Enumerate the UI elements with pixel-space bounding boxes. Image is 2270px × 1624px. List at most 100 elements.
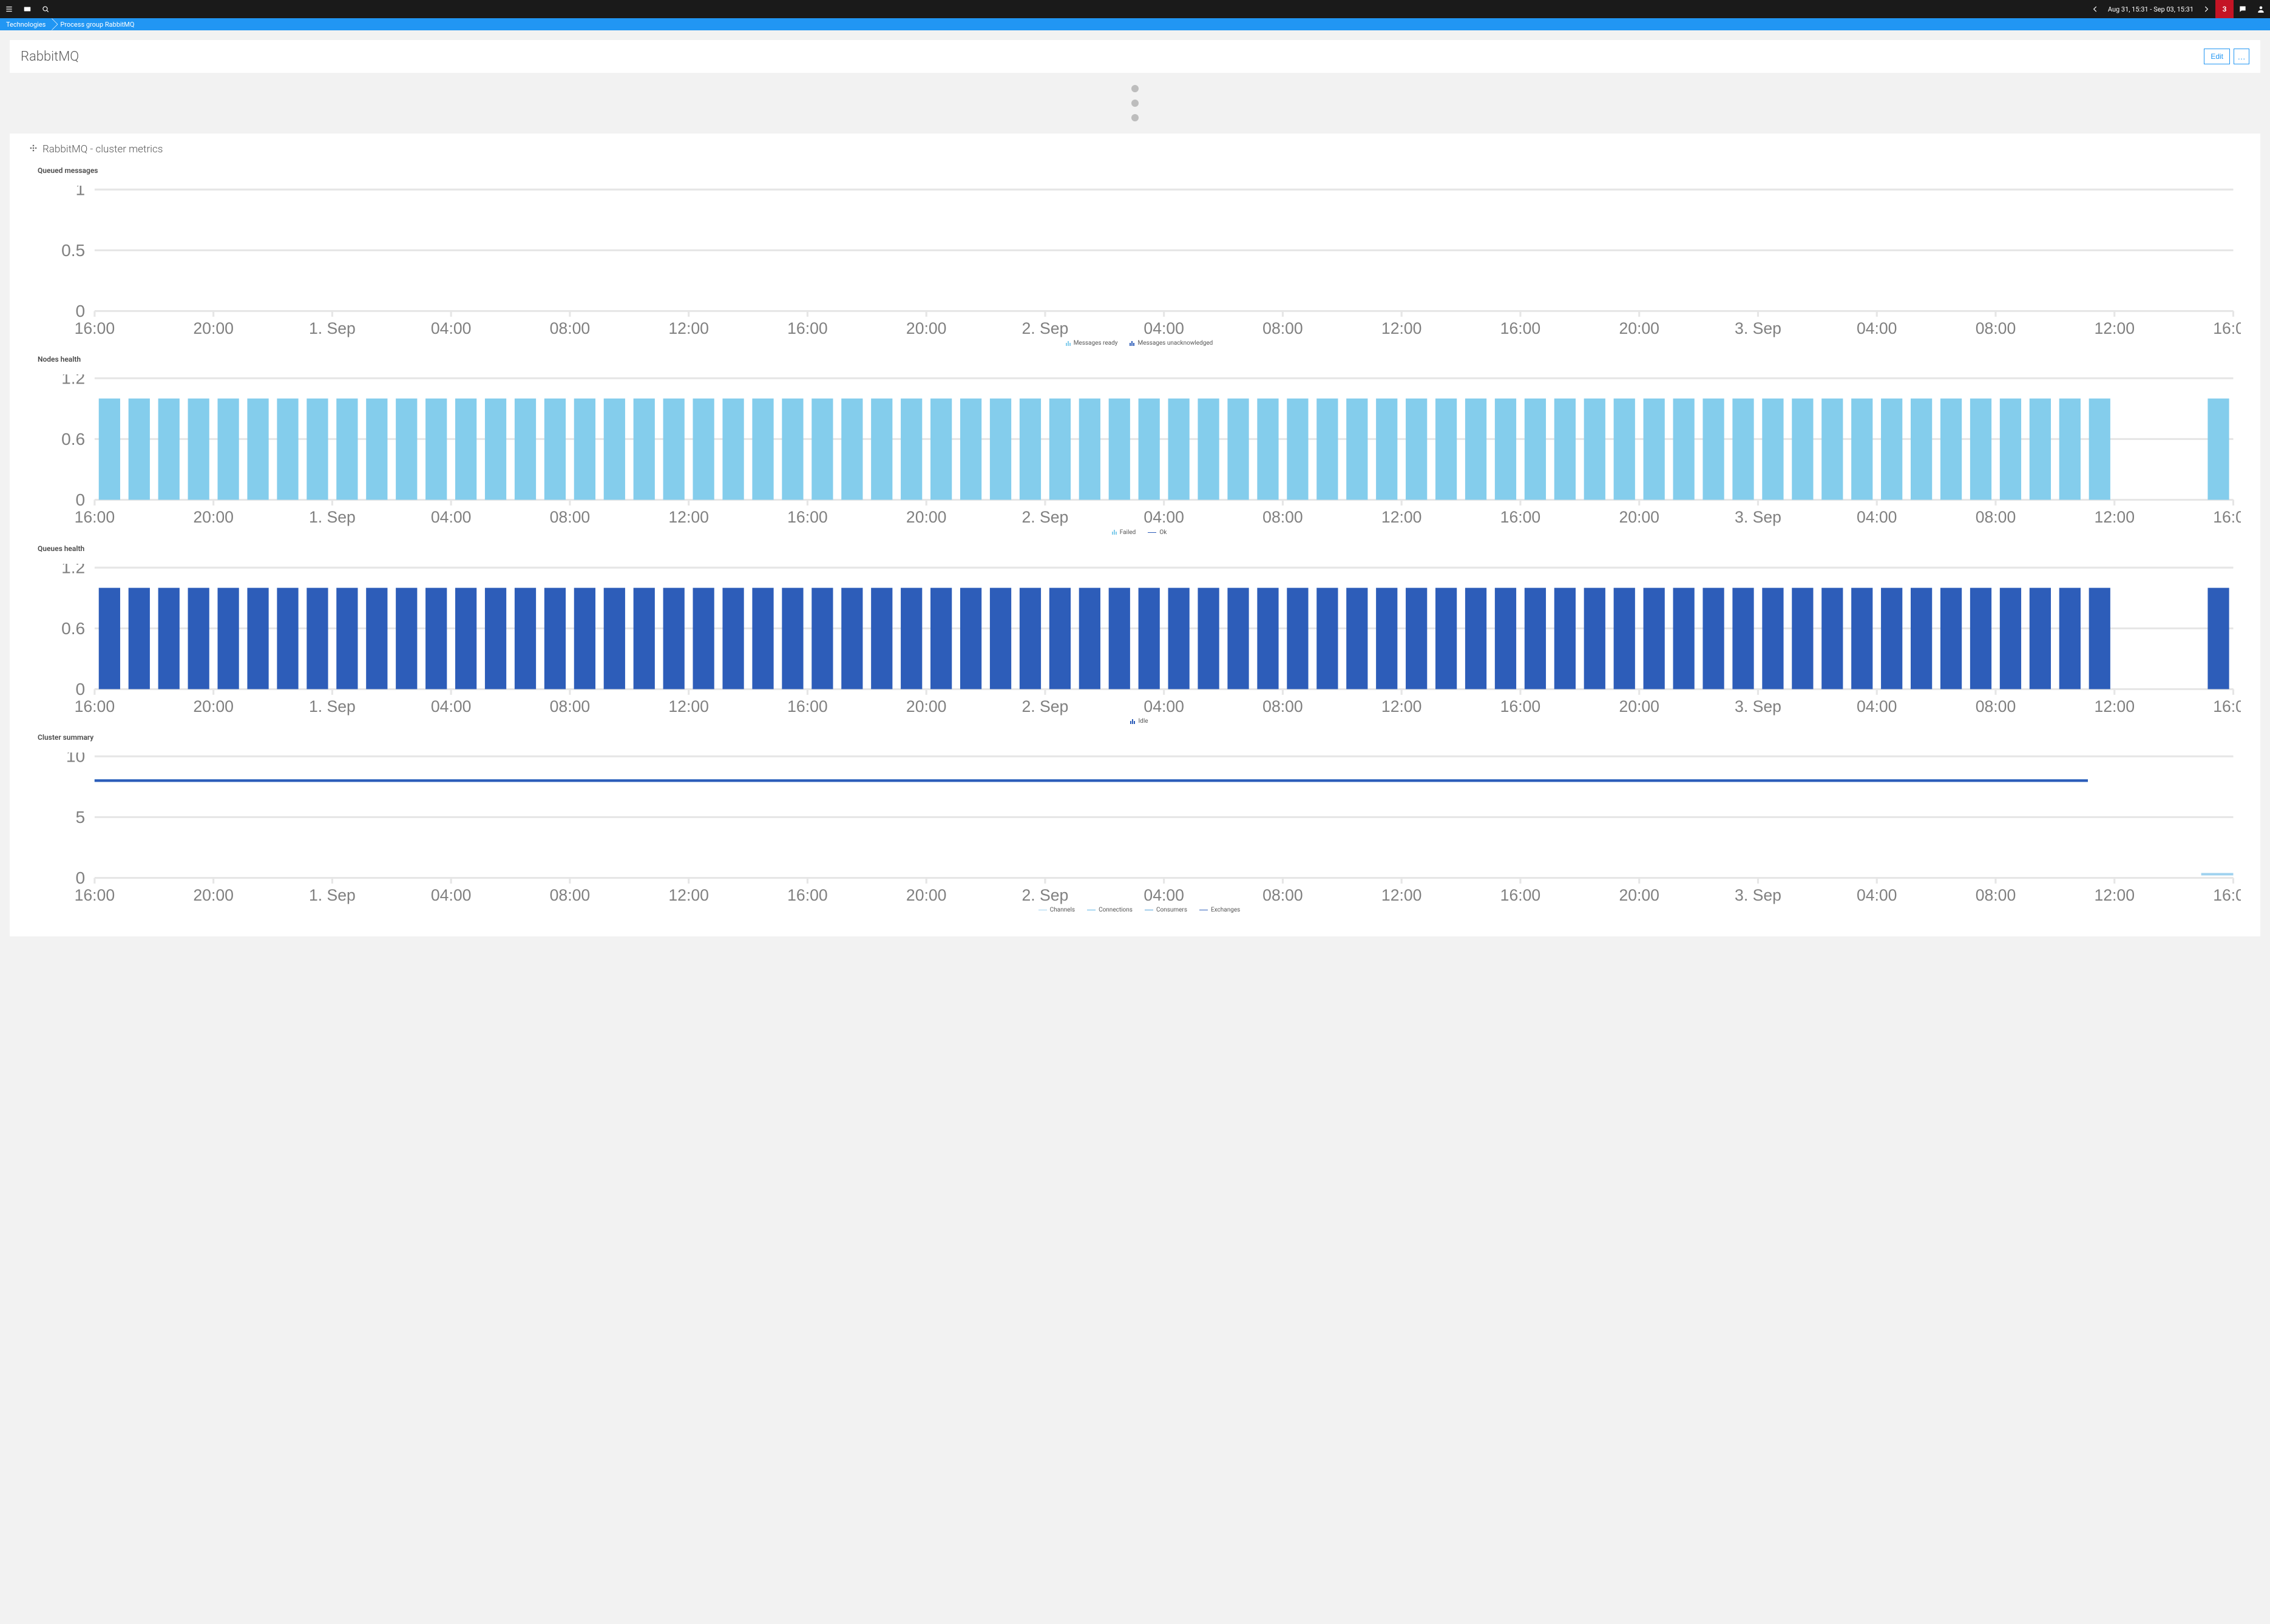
legend-item[interactable]: Messages ready <box>1066 340 1118 347</box>
svg-text:12:00: 12:00 <box>668 886 709 904</box>
legend-item[interactable]: Consumers <box>1145 907 1187 913</box>
dashboard-icon[interactable] <box>18 0 36 18</box>
chart-legend: Messages ready Messages unacknowledged <box>38 340 2241 347</box>
svg-text:10: 10 <box>66 753 85 766</box>
svg-text:04:00: 04:00 <box>1143 886 1184 904</box>
svg-text:08:00: 08:00 <box>1262 886 1303 904</box>
svg-text:3. Sep: 3. Sep <box>1735 697 1781 716</box>
chart-title: Cluster summary <box>38 733 2241 742</box>
svg-text:12:00: 12:00 <box>2094 508 2135 526</box>
chart-title: Nodes health <box>38 355 2241 364</box>
svg-text:12:00: 12:00 <box>668 319 709 337</box>
svg-text:20:00: 20:00 <box>906 508 947 526</box>
svg-text:12:00: 12:00 <box>2094 886 2135 904</box>
svg-text:2. Sep: 2. Sep <box>1022 319 1069 337</box>
chart-legend: Failed Ok <box>38 529 2241 536</box>
legend-item[interactable]: Ok <box>1148 529 1167 536</box>
svg-text:20:00: 20:00 <box>906 697 947 716</box>
alert-count-badge[interactable]: 3 <box>2215 0 2234 18</box>
svg-text:20:00: 20:00 <box>906 886 947 904</box>
svg-text:04:00: 04:00 <box>431 697 472 716</box>
title-card: RabbitMQ Edit … <box>10 40 2260 73</box>
section-title: RabbitMQ - cluster metrics <box>42 143 163 155</box>
svg-text:20:00: 20:00 <box>1619 508 1659 526</box>
svg-text:12:00: 12:00 <box>2094 697 2135 716</box>
svg-text:0.5: 0.5 <box>61 241 85 260</box>
time-prev-icon[interactable] <box>2086 0 2104 18</box>
chart-title: Queued messages <box>38 166 2241 175</box>
svg-text:5: 5 <box>76 808 86 827</box>
svg-text:08:00: 08:00 <box>550 319 591 337</box>
svg-text:3. Sep: 3. Sep <box>1735 508 1781 526</box>
svg-text:16:00: 16:00 <box>1500 697 1541 716</box>
svg-text:20:00: 20:00 <box>906 319 947 337</box>
svg-text:16:00: 16:00 <box>2213 886 2241 904</box>
svg-text:20:00: 20:00 <box>1619 697 1659 716</box>
legend-item[interactable]: Connections <box>1087 907 1133 913</box>
svg-text:16:00: 16:00 <box>75 886 115 904</box>
time-range[interactable]: Aug 31, 15:31 - Sep 03, 15:31 <box>2104 0 2197 18</box>
chart-title: Queues health <box>38 544 2241 553</box>
breadcrumb-technologies[interactable]: Technologies <box>0 18 54 30</box>
svg-text:3. Sep: 3. Sep <box>1735 319 1781 337</box>
svg-text:2. Sep: 2. Sep <box>1022 508 1069 526</box>
svg-text:1. Sep: 1. Sep <box>309 697 356 716</box>
chart-queues_health: Queues health00.61.216:0020:001. Sep04:0… <box>38 544 2241 725</box>
legend-item[interactable]: Exchanges <box>1199 907 1240 913</box>
svg-text:16:00: 16:00 <box>787 319 828 337</box>
cluster-icon <box>29 143 38 155</box>
svg-text:04:00: 04:00 <box>1857 886 1897 904</box>
svg-text:08:00: 08:00 <box>1262 508 1303 526</box>
legend-item[interactable]: Idle <box>1130 718 1148 725</box>
page-title: RabbitMQ <box>21 49 79 64</box>
svg-text:16:00: 16:00 <box>1500 508 1541 526</box>
svg-text:1. Sep: 1. Sep <box>309 508 356 526</box>
svg-text:0.6: 0.6 <box>61 618 85 637</box>
svg-text:0: 0 <box>76 490 86 509</box>
svg-text:16:00: 16:00 <box>1500 886 1541 904</box>
svg-text:04:00: 04:00 <box>1143 319 1184 337</box>
svg-text:1. Sep: 1. Sep <box>309 319 356 337</box>
svg-text:16:00: 16:00 <box>75 697 115 716</box>
svg-text:12:00: 12:00 <box>1381 697 1422 716</box>
svg-text:0: 0 <box>76 868 86 887</box>
legend-item[interactable]: Channels <box>1038 907 1075 913</box>
svg-text:0.6: 0.6 <box>61 430 85 448</box>
legend-item[interactable]: Failed <box>1112 529 1136 536</box>
chart-nodes_health: Nodes health 0 0.6 1.2 16:00 20:00 1. Sep 04:00… <box>38 355 2241 535</box>
search-icon[interactable] <box>36 0 55 18</box>
chart-cluster_summary: Cluster summary051016:0020:001. Sep04:00… <box>38 733 2241 913</box>
svg-text:1: 1 <box>76 186 86 199</box>
svg-text:3. Sep: 3. Sep <box>1735 886 1781 904</box>
edit-button[interactable]: Edit <box>2204 49 2230 64</box>
svg-text:20:00: 20:00 <box>193 508 234 526</box>
svg-text:04:00: 04:00 <box>431 886 472 904</box>
svg-text:1.2: 1.2 <box>61 374 85 388</box>
svg-text:12:00: 12:00 <box>2094 319 2135 337</box>
svg-text:08:00: 08:00 <box>550 508 591 526</box>
breadcrumb-process-group[interactable]: Process group RabbitMQ <box>54 18 143 30</box>
svg-text:08:00: 08:00 <box>1976 508 2016 526</box>
breadcrumb: Technologies Process group RabbitMQ <box>0 18 2270 30</box>
svg-text:0: 0 <box>76 302 86 320</box>
svg-text:16:00: 16:00 <box>2213 697 2241 716</box>
svg-text:20:00: 20:00 <box>1619 319 1659 337</box>
svg-text:04:00: 04:00 <box>1143 508 1184 526</box>
svg-text:04:00: 04:00 <box>1143 697 1184 716</box>
svg-text:2. Sep: 2. Sep <box>1022 697 1069 716</box>
svg-text:16:00: 16:00 <box>1500 319 1541 337</box>
legend-item[interactable]: Messages unacknowledged <box>1130 340 1213 347</box>
svg-text:04:00: 04:00 <box>1857 697 1897 716</box>
chart-legend: Channels Connections Consumers Exchanges <box>38 907 2241 913</box>
metrics-card: RabbitMQ - cluster metrics Queued messag… <box>10 134 2260 936</box>
svg-text:20:00: 20:00 <box>193 319 234 337</box>
user-icon[interactable] <box>2252 0 2270 18</box>
chat-icon[interactable] <box>2234 0 2252 18</box>
svg-text:08:00: 08:00 <box>1976 697 2016 716</box>
time-next-icon[interactable] <box>2197 0 2215 18</box>
svg-text:16:00: 16:00 <box>787 697 828 716</box>
menu-icon[interactable] <box>0 0 18 18</box>
chart-legend: Idle <box>38 718 2241 725</box>
svg-text:08:00: 08:00 <box>550 697 591 716</box>
more-button[interactable]: … <box>2234 49 2249 64</box>
